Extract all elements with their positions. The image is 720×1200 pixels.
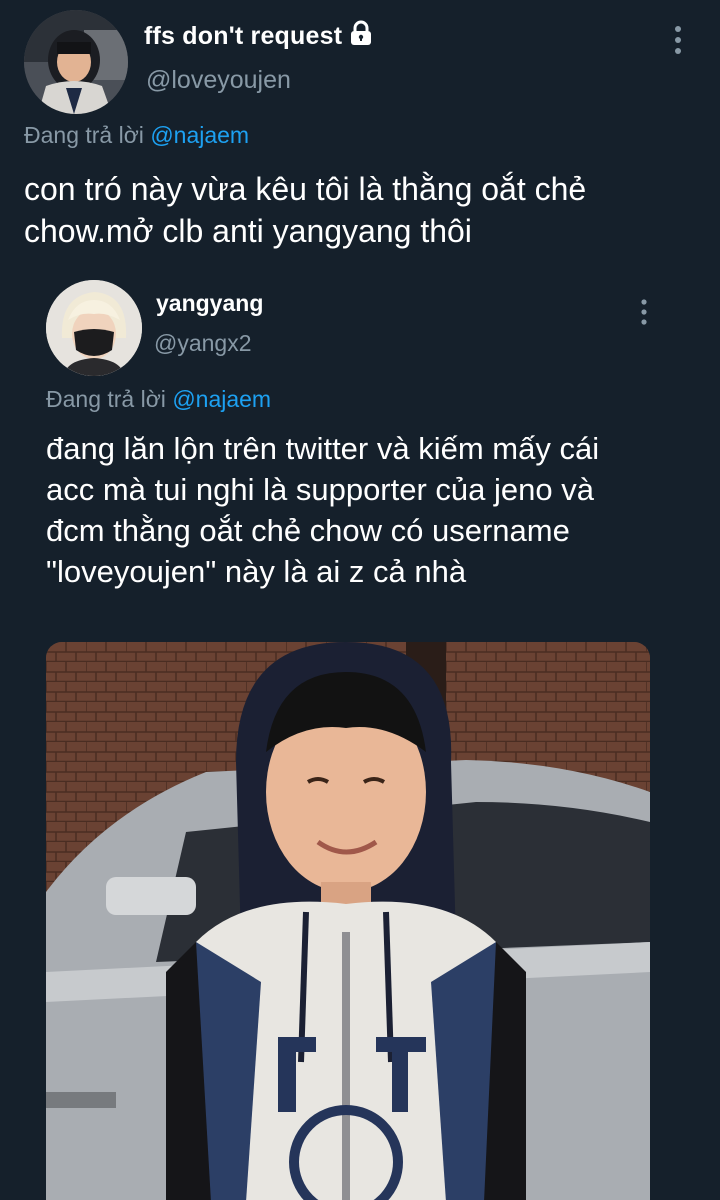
tweet-text-line: chow.mở clb anti yangyang thôi — [24, 213, 472, 249]
reply-mention-link[interactable]: @najaem — [172, 386, 271, 412]
tweet-photo[interactable] — [46, 642, 650, 1200]
replying-to-prefix: Đang trả lời — [24, 122, 144, 148]
tweet-screen: ffs don't request @loveyoujen Đang trả l… — [0, 0, 720, 1200]
avatar-photo — [24, 10, 128, 114]
tweet-text: con tró này vừa kêu tôi là thằng oắt chẻ… — [24, 168, 704, 252]
replying-to: Đang trả lời @najaem — [24, 122, 249, 149]
replying-to-prefix: Đang trả lời — [46, 386, 166, 412]
more-vertical-icon[interactable] — [632, 298, 656, 326]
avatar-photo — [46, 280, 142, 376]
user-handle[interactable]: @yangx2 — [154, 330, 252, 357]
tweet-text-line: acc mà tui nghi là supporter của jeno và — [46, 472, 594, 507]
tweet-text-line: con tró này vừa kêu tôi là thằng oắt chẻ — [24, 171, 587, 207]
quoted-tweet-text: đang lăn lộn trên twitter và kiếm mấy cá… — [46, 428, 686, 592]
user-handle[interactable]: @loveyoujen — [146, 66, 291, 95]
avatar[interactable] — [46, 280, 142, 376]
display-name-text[interactable]: ffs don't request — [144, 22, 342, 50]
replying-to: Đang trả lời @najaem — [46, 386, 271, 413]
tweet-text-line: "loveyoujen" này là ai z cả nhà — [46, 554, 467, 589]
lock-icon — [348, 20, 374, 46]
more-vertical-icon[interactable] — [664, 24, 692, 56]
avatar[interactable] — [24, 10, 128, 114]
tweet-text-line: đcm thằng oắt chẻ chow có username — [46, 513, 570, 548]
reply-mention-link[interactable]: @najaem — [150, 122, 249, 148]
display-name[interactable]: yangyang — [156, 290, 263, 317]
tweet-text-line: đang lăn lộn trên twitter và kiếm mấy cá… — [46, 431, 600, 466]
display-name[interactable]: ffs don't request — [144, 20, 374, 51]
quoted-tweet[interactable]: yangyang @yangx2 Đang trả lời @najaem đa… — [24, 264, 720, 1200]
